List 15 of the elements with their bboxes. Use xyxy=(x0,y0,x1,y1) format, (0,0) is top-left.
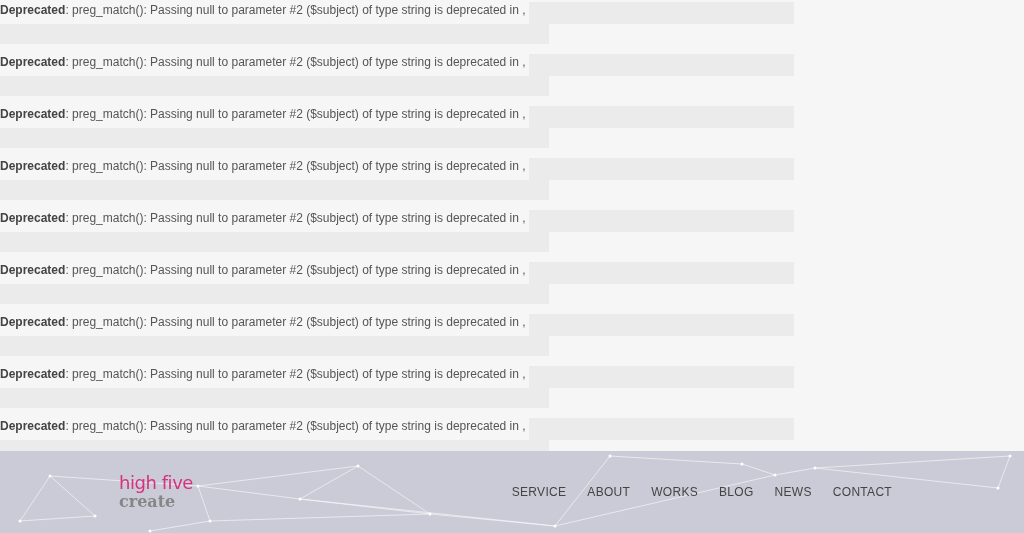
nav-link[interactable]: ABOUT xyxy=(587,483,631,501)
deprecation-message: Deprecated: preg_match(): Passing null to parameter #2 ($subject) of type string is deprecated in , xyxy=(0,366,527,383)
nav-link[interactable]: NEWS xyxy=(774,483,812,501)
nav-link[interactable]: CONTACT xyxy=(832,483,892,501)
deprecation-message: Deprecated: preg_match(): Passing null to parameter #2 ($subject) of type string is deprecated in , xyxy=(0,54,527,71)
deprecation-message: Deprecated: preg_match(): Passing null to parameter #2 ($subject) of type string is deprecated in , xyxy=(0,2,527,19)
deprecation-message: Deprecated: preg_match(): Passing null to parameter #2 ($subject) of type string is deprecated in , xyxy=(0,158,527,175)
deprecation-message: Deprecated: preg_match(): Passing null to parameter #2 ($subject) of type string is deprecated in , xyxy=(0,262,527,279)
nav-link[interactable]: BLOG xyxy=(719,483,754,501)
nav-link[interactable]: SERVICE xyxy=(511,483,567,501)
deprecation-message: Deprecated: preg_match(): Passing null to parameter #2 ($subject) of type string is deprecated in , xyxy=(0,418,527,435)
nav-link[interactable]: WORKS xyxy=(651,483,699,501)
deprecation-message: Deprecated: preg_match(): Passing null to parameter #2 ($subject) of type string is deprecated in , xyxy=(0,210,527,227)
deprecation-message: Deprecated: preg_match(): Passing null to parameter #2 ($subject) of type string is deprecated in , xyxy=(0,314,527,331)
deprecation-message: Deprecated: preg_match(): Passing null to parameter #2 ($subject) of type string is deprecated in , xyxy=(0,106,527,123)
